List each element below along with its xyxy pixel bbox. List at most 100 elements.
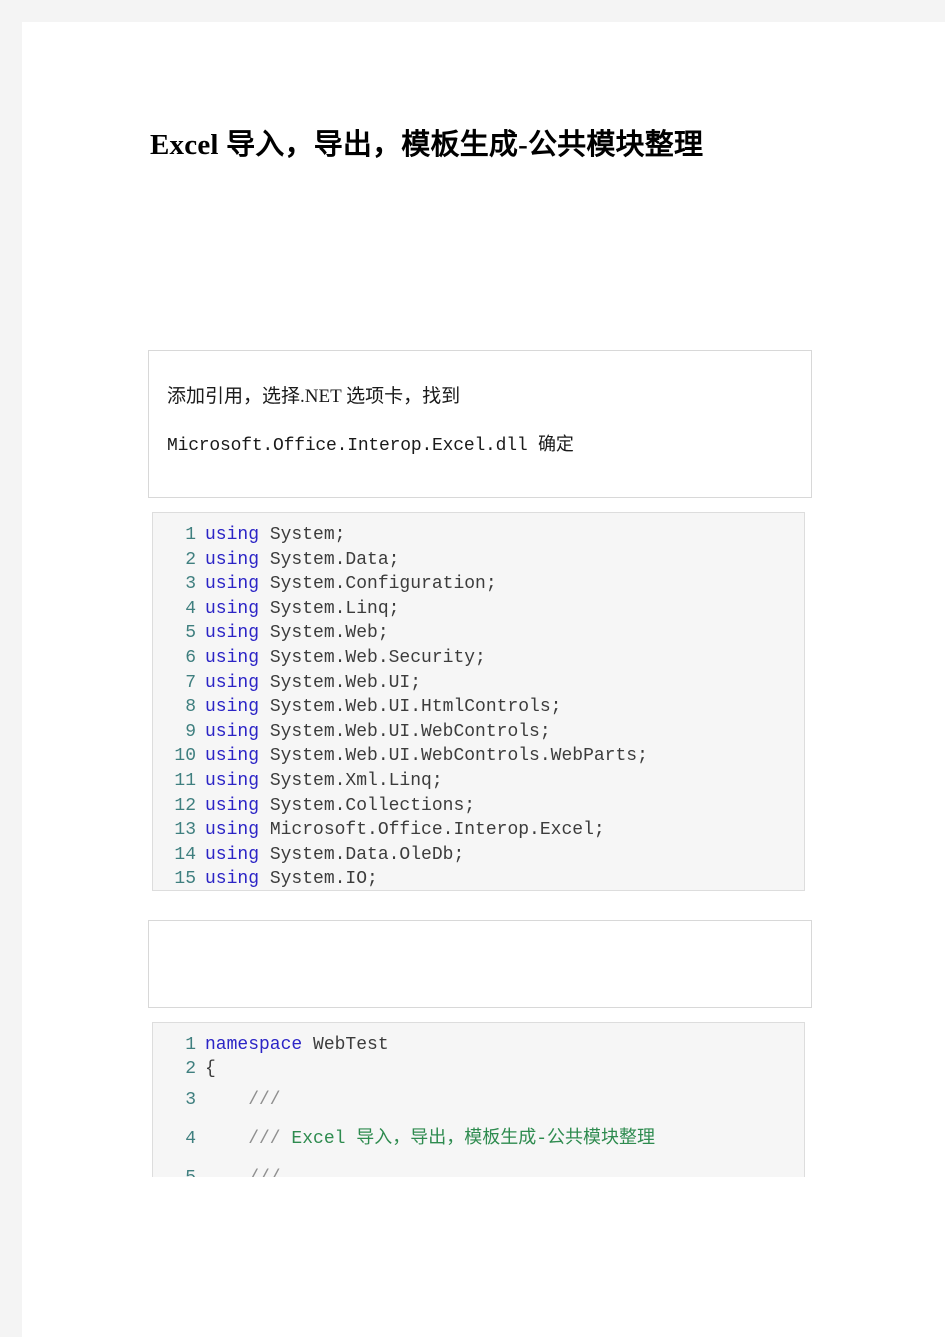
code-line-number: 10 bbox=[174, 746, 196, 767]
code-line-content: using System.Web.UI.WebControls; bbox=[205, 720, 551, 745]
code-identifier: System.Web.UI.WebControls; bbox=[269, 721, 551, 742]
code-keyword: using bbox=[205, 795, 270, 816]
code-line-number: 2 bbox=[185, 1059, 196, 1079]
code-line-content: using Microsoft.Office.Interop.Excel; bbox=[205, 818, 605, 843]
code-keyword: using bbox=[205, 549, 270, 570]
code-keyword: using bbox=[205, 623, 270, 644]
code-identifier: System.Web; bbox=[269, 623, 389, 644]
code-identifier: System.Xml.Linq; bbox=[269, 770, 443, 791]
code-line-number: 3 bbox=[185, 1090, 196, 1110]
code-identifier: WebTest bbox=[313, 1035, 389, 1055]
code-line: 13 using Microsoft.Office.Interop.Excel; bbox=[153, 818, 804, 843]
code-line-number: 4 bbox=[185, 1129, 196, 1149]
code-line: 15 using System.IO; bbox=[153, 867, 804, 890]
code-line-content: using System.IO; bbox=[205, 867, 378, 890]
code-line-content: using System.Collections; bbox=[205, 794, 475, 819]
code-line-content: using System.Xml.Linq; bbox=[205, 769, 443, 794]
code-keyword: namespace bbox=[205, 1035, 314, 1055]
note-box-instructions: 添加引用，选择.NET 选项卡，找到 Microsoft.Office.Inte… bbox=[148, 350, 812, 498]
code-line: 1 namespace WebTest bbox=[153, 1033, 804, 1057]
code-line-content: using System.Web; bbox=[205, 621, 389, 646]
note-instruction-line-1: 添加引用，选择.NET 选项卡，找到 bbox=[167, 386, 461, 407]
code-line: 6 using System.Web.Security; bbox=[153, 646, 804, 671]
code-line-number: 5 bbox=[185, 623, 196, 644]
code-identifier: System.IO; bbox=[269, 869, 378, 890]
code-line: 9 using System.Web.UI.WebControls; bbox=[153, 720, 804, 745]
code-identifier: System.Web.UI.HtmlControls; bbox=[269, 697, 562, 718]
code-line: 8 using System.Web.UI.HtmlControls; bbox=[153, 695, 804, 720]
note-instruction-line-2: Microsoft.Office.Interop.Excel.dll 确定 bbox=[167, 436, 574, 456]
code-line-content: /// bbox=[205, 1159, 280, 1177]
code-block-namespace: 1 namespace WebTest 2{3 ///4 /// Excel 导入，… bbox=[152, 1022, 805, 1177]
code-line: 5 /// bbox=[153, 1159, 804, 1177]
code-identifier: System.Data.OleDb; bbox=[269, 844, 465, 865]
code-keyword: using bbox=[205, 770, 270, 791]
code-line: 4 /// Excel 导入，导出，模板生成-公共模块整理 bbox=[153, 1120, 804, 1159]
code-keyword: using bbox=[205, 574, 270, 595]
code-line-number: 2 bbox=[185, 549, 196, 570]
code-line: 3 using System.Configuration; bbox=[153, 572, 804, 597]
code-line-number: 15 bbox=[174, 869, 196, 890]
code-lines-usings: 1 using System; 2 using System.Data; 3 using … bbox=[153, 523, 804, 890]
code-line: 2 using System.Data; bbox=[153, 548, 804, 573]
code-line-number: 9 bbox=[185, 721, 196, 742]
code-line: 1 using System; bbox=[153, 523, 804, 548]
comment-slashes: /// bbox=[205, 1090, 281, 1110]
code-line-content: namespace WebTest bbox=[205, 1033, 389, 1057]
code-line-content: /// Excel 导入，导出，模板生成-公共模块整理 bbox=[205, 1120, 655, 1159]
code-identifier: Microsoft.Office.Interop.Excel; bbox=[269, 820, 605, 841]
code-line-content: using System.Web.Security; bbox=[205, 646, 486, 671]
code-line-content: { bbox=[205, 1057, 216, 1081]
code-line-number: 7 bbox=[185, 672, 196, 693]
code-line-content: using System.Web.UI.HtmlControls; bbox=[205, 695, 561, 720]
code-identifier: System.Collections; bbox=[269, 795, 476, 816]
code-line-number: 4 bbox=[185, 598, 196, 619]
code-line-number: 6 bbox=[185, 647, 196, 668]
code-line-number: 12 bbox=[174, 795, 196, 816]
code-line: 2{ bbox=[153, 1057, 804, 1081]
code-line-number: 11 bbox=[174, 770, 196, 791]
code-keyword: using bbox=[205, 820, 270, 841]
code-lines-namespace: 1 namespace WebTest 2{3 ///4 /// Excel 导入，… bbox=[153, 1033, 804, 1177]
code-identifier: System.Web.UI; bbox=[269, 672, 422, 693]
code-keyword: using bbox=[205, 672, 270, 693]
code-keyword: using bbox=[205, 721, 270, 742]
code-line-number: 1 bbox=[185, 1035, 196, 1055]
comment-slashes: /// bbox=[205, 1129, 292, 1149]
code-block-usings: 1 using System; 2 using System.Data; 3 using … bbox=[152, 512, 805, 891]
code-keyword: using bbox=[205, 746, 270, 767]
code-identifier: System.Linq; bbox=[269, 598, 400, 619]
code-line-content: using System.Web.UI.WebControls.WebParts… bbox=[205, 744, 648, 769]
code-keyword: using bbox=[205, 598, 270, 619]
note-box-empty bbox=[148, 920, 812, 1008]
code-line-content: /// bbox=[205, 1081, 281, 1120]
code-line-content: using System.Data.OleDb; bbox=[205, 843, 464, 868]
code-line-content: using System; bbox=[205, 523, 345, 548]
code-line: 14 using System.Data.OleDb; bbox=[153, 843, 804, 868]
code-line-number: 8 bbox=[185, 697, 196, 718]
code-line-content: using System.Configuration; bbox=[205, 572, 497, 597]
code-line-number: 5 bbox=[153, 1159, 205, 1177]
code-keyword: using bbox=[205, 869, 270, 890]
code-line-number: 1 bbox=[185, 525, 196, 545]
code-identifier: System.Web.UI.WebControls.WebParts; bbox=[269, 746, 648, 767]
code-keyword: using bbox=[205, 697, 270, 718]
code-line: 7 using System.Web.UI; bbox=[153, 671, 804, 696]
code-keyword: using bbox=[205, 647, 270, 668]
code-identifier: System.Data; bbox=[269, 549, 400, 570]
code-line-number: 3 bbox=[185, 574, 196, 595]
code-identifier: System.Configuration; bbox=[269, 574, 497, 595]
comment-text: Excel 导入，导出，模板生成-公共模块整理 bbox=[291, 1129, 656, 1149]
code-line: 11 using System.Xml.Linq; bbox=[153, 769, 804, 794]
code-identifier: { bbox=[205, 1059, 216, 1079]
code-identifier: System; bbox=[269, 525, 346, 545]
code-keyword: using bbox=[205, 844, 270, 865]
code-line-number: 14 bbox=[174, 844, 196, 865]
code-line: 5 using System.Web; bbox=[153, 621, 804, 646]
code-line: 12 using System.Collections; bbox=[153, 794, 804, 819]
code-line: 4 using System.Linq; bbox=[153, 597, 804, 622]
code-line-number: 13 bbox=[174, 820, 196, 841]
comment-slashes: /// bbox=[205, 1168, 280, 1177]
code-line-content: using System.Linq; bbox=[205, 597, 399, 622]
code-line: 10 using System.Web.UI.WebControls.WebPar… bbox=[153, 744, 804, 769]
